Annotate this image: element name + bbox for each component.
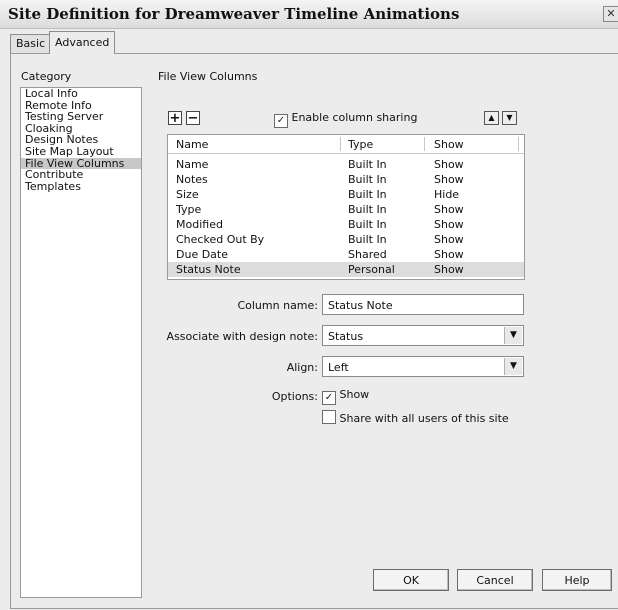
category-label: Category xyxy=(21,70,72,83)
cancel-button[interactable]: Cancel xyxy=(457,569,533,591)
cell-name: Due Date xyxy=(176,248,228,261)
category-item-templates[interactable]: Templates xyxy=(21,181,141,193)
show-checkbox[interactable]: ✓ xyxy=(322,391,336,405)
header-divider[interactable] xyxy=(518,137,519,151)
cell-show: Show xyxy=(434,233,464,246)
advanced-panel: Category Local Info Remote Info Testing … xyxy=(10,53,618,609)
header-divider[interactable] xyxy=(340,137,341,151)
align-select[interactable]: Left ▼ xyxy=(322,356,524,377)
header-type[interactable]: Type xyxy=(348,138,373,151)
move-up-button[interactable]: ▲ xyxy=(484,111,499,125)
cell-type: Built In xyxy=(348,203,387,216)
associate-value: Status xyxy=(328,330,364,343)
cell-show: Show xyxy=(434,203,464,216)
table-row[interactable]: Type Built In Show xyxy=(168,202,524,217)
cell-type: Built In xyxy=(348,173,387,186)
share-option[interactable]: Share with all users of this site xyxy=(322,410,509,425)
help-button[interactable]: Help xyxy=(542,569,612,591)
table-row[interactable]: Size Built In Hide xyxy=(168,187,524,202)
cell-type: Built In xyxy=(348,233,387,246)
column-name-label: Column name: xyxy=(237,299,318,312)
cell-name: Size xyxy=(176,188,199,201)
show-option[interactable]: ✓ Show xyxy=(322,388,369,405)
chevron-down-icon[interactable]: ▼ xyxy=(504,327,522,344)
table-row[interactable]: Due Date Shared Show xyxy=(168,247,524,262)
cell-type: Built In xyxy=(348,158,387,171)
table-row[interactable]: Checked Out By Built In Show xyxy=(168,232,524,247)
header-divider[interactable] xyxy=(424,137,425,151)
align-value: Left xyxy=(328,361,349,374)
cell-show: Show xyxy=(434,158,464,171)
cell-show: Show xyxy=(434,263,464,276)
cell-name: Name xyxy=(176,158,209,171)
section-title: File View Columns xyxy=(158,70,258,83)
associate-select[interactable]: Status ▼ xyxy=(322,325,524,346)
align-label: Align: xyxy=(286,361,318,374)
share-label: Share with all users of this site xyxy=(339,412,509,425)
table-row-selected[interactable]: Status Note Personal Show xyxy=(168,262,524,277)
cell-type: Personal xyxy=(348,263,395,276)
ok-button[interactable]: OK xyxy=(373,569,449,591)
enable-sharing-row[interactable]: ✓ Enable column sharing xyxy=(274,111,417,128)
cell-name: Notes xyxy=(176,173,208,186)
table-header: Name Type Show xyxy=(168,135,524,154)
close-icon[interactable]: ✕ xyxy=(603,6,618,22)
cell-name: Type xyxy=(176,203,202,216)
column-name-input[interactable]: Status Note xyxy=(322,294,524,315)
cell-show: Show xyxy=(434,248,464,261)
show-label: Show xyxy=(339,388,370,401)
cell-name: Checked Out By xyxy=(176,233,265,246)
add-column-button[interactable]: + xyxy=(168,111,182,125)
cell-type: Shared xyxy=(348,248,387,261)
site-definition-dialog: Site Definition for Dreamweaver Timeline… xyxy=(0,0,618,610)
category-item-contribute[interactable]: Contribute xyxy=(21,169,141,181)
header-show[interactable]: Show xyxy=(434,138,464,151)
cell-show: Show xyxy=(434,173,464,186)
remove-column-button[interactable]: − xyxy=(186,111,200,125)
cell-type: Built In xyxy=(348,188,387,201)
tab-advanced[interactable]: Advanced xyxy=(49,31,116,54)
columns-table[interactable]: Name Type Show Name Built In Show Notes … xyxy=(167,134,525,280)
tab-basic[interactable]: Basic xyxy=(10,34,52,53)
cell-show: Hide xyxy=(434,188,460,201)
enable-sharing-label: Enable column sharing xyxy=(291,111,418,124)
window-title: Site Definition for Dreamweaver Timeline… xyxy=(8,5,460,23)
move-down-button[interactable]: ▼ xyxy=(502,111,517,125)
title-bar: Site Definition for Dreamweaver Timeline… xyxy=(0,0,618,29)
cell-name: Status Note xyxy=(176,263,241,276)
header-name[interactable]: Name xyxy=(176,138,208,151)
share-checkbox[interactable] xyxy=(322,410,336,424)
category-item-site-map-layout[interactable]: Site Map Layout xyxy=(21,146,141,158)
cell-type: Built In xyxy=(348,218,387,231)
enable-sharing-checkbox[interactable]: ✓ xyxy=(274,114,288,128)
category-item-local-info[interactable]: Local Info xyxy=(21,88,141,100)
cell-name: Modified xyxy=(176,218,223,231)
table-row[interactable]: Modified Built In Show xyxy=(168,217,524,232)
table-row[interactable]: Notes Built In Show xyxy=(168,172,524,187)
associate-label: Associate with design note: xyxy=(166,330,318,343)
category-list[interactable]: Local Info Remote Info Testing Server Cl… xyxy=(20,87,142,598)
table-row[interactable]: Name Built In Show xyxy=(168,157,524,172)
chevron-down-icon[interactable]: ▼ xyxy=(504,358,522,375)
options-label: Options: xyxy=(271,390,318,403)
cell-show: Show xyxy=(434,218,464,231)
